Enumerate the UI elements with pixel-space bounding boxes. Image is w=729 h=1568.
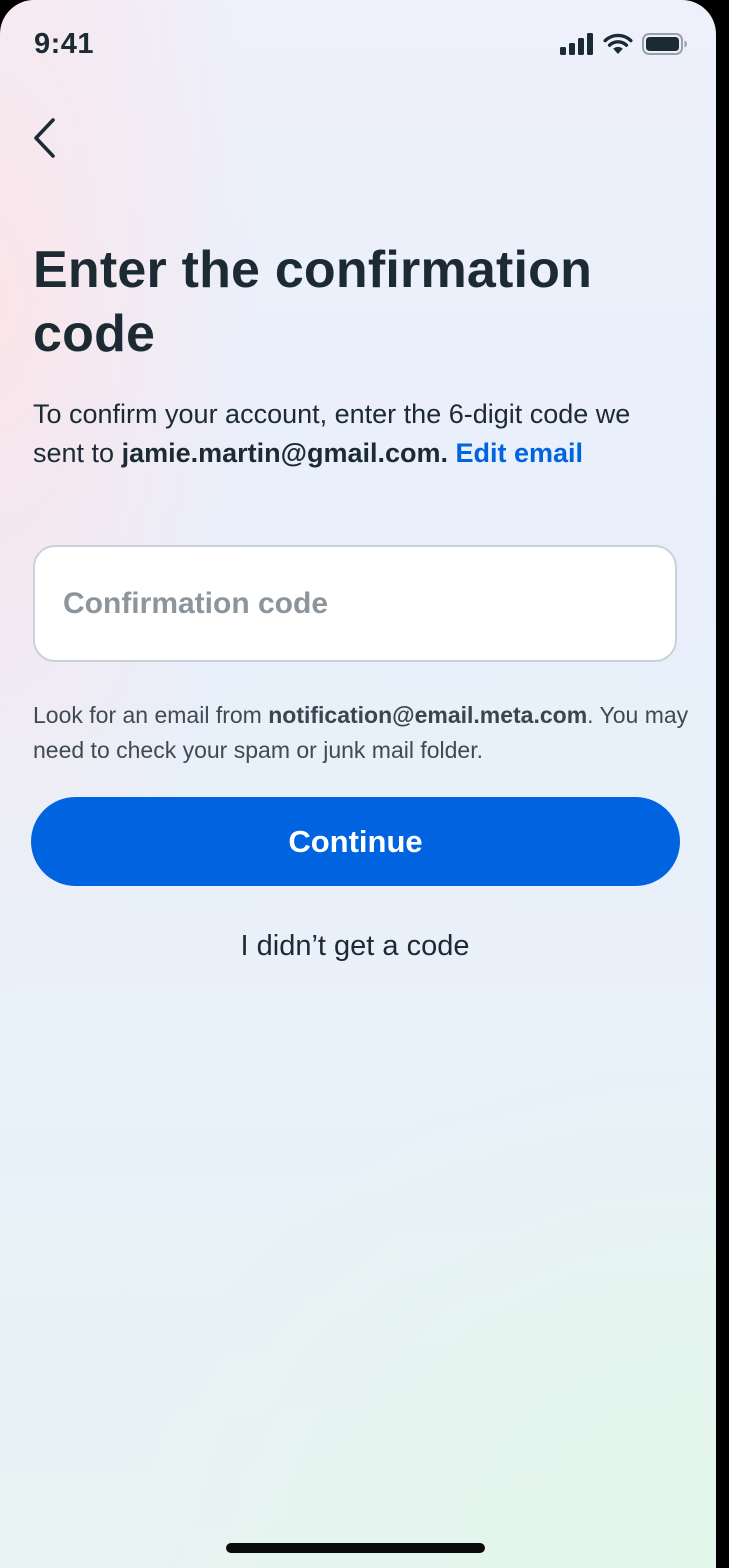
phone-screen: 9:41 Enter the confirmation code To conf…: [0, 0, 716, 1568]
cellular-signal-icon: [560, 33, 593, 55]
sender-email: notification@email.meta.com: [268, 702, 588, 728]
continue-button[interactable]: Continue: [31, 797, 680, 886]
chevron-left-icon: [34, 118, 55, 158]
page-title: Enter the confirmation code: [33, 241, 593, 363]
home-indicator: [226, 1543, 485, 1553]
email-hint-text: Look for an email from notification@emai…: [33, 698, 693, 768]
battery-icon: [642, 33, 687, 55]
edit-email-link[interactable]: Edit email: [456, 438, 584, 468]
status-bar: 9:41: [0, 0, 716, 92]
status-time: 9:41: [34, 28, 95, 60]
hint-prefix: Look for an email from: [33, 702, 269, 728]
instructions-text: To confirm your account, enter the 6-dig…: [33, 395, 683, 473]
back-button[interactable]: [22, 110, 68, 166]
status-icons: [560, 33, 688, 55]
confirmation-code-field[interactable]: [33, 545, 677, 662]
recipient-email: jamie.martin@gmail.com.: [121, 438, 448, 468]
wifi-icon: [603, 33, 633, 54]
didnt-get-code-button[interactable]: I didn’t get a code: [150, 918, 560, 974]
confirmation-code-input[interactable]: [63, 547, 648, 660]
